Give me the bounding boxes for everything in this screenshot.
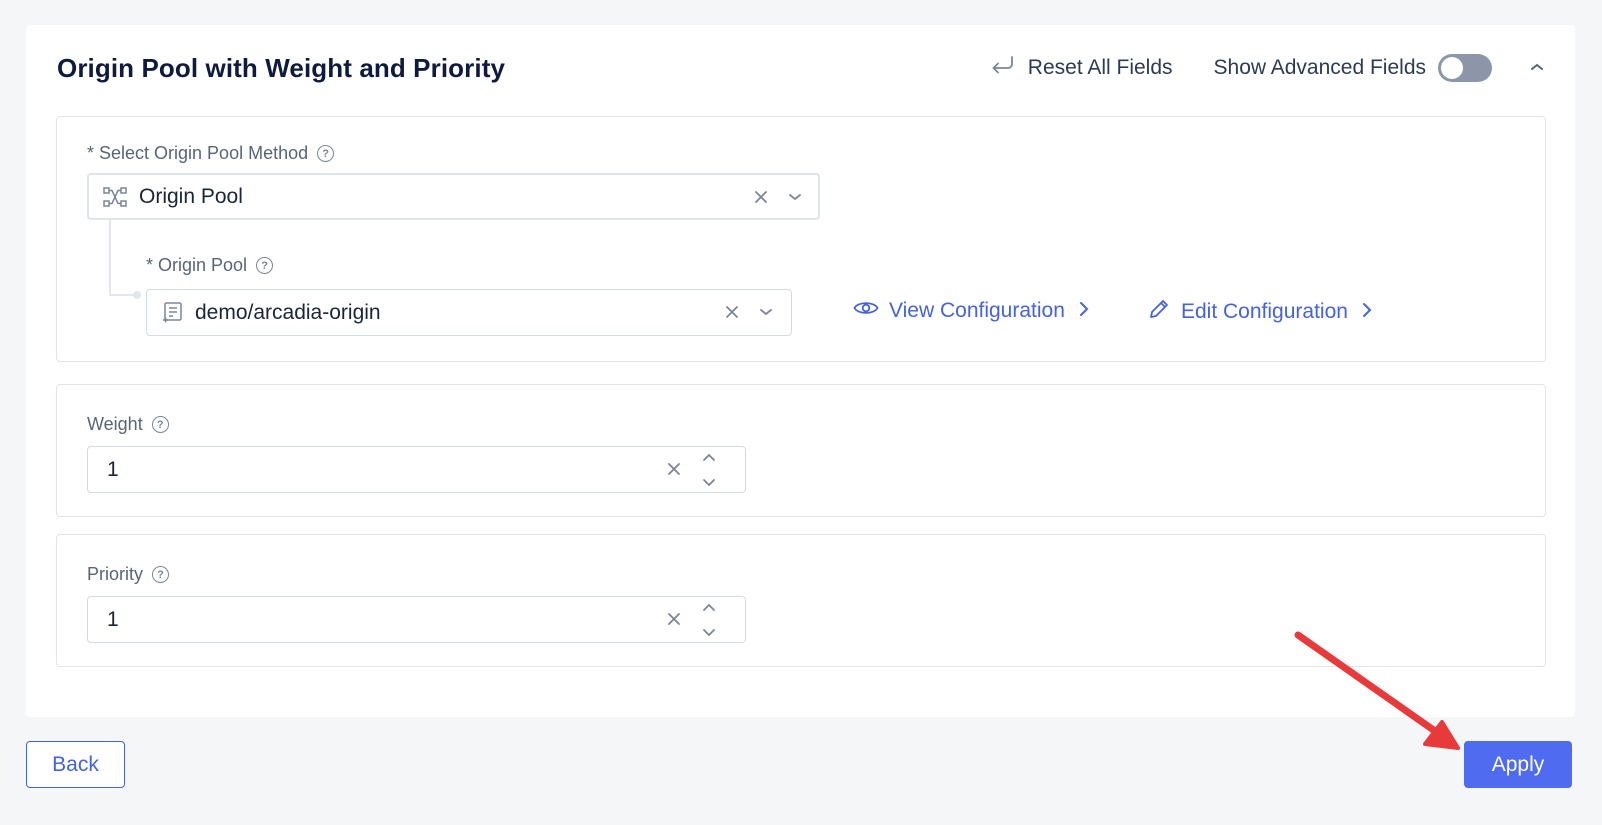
tree-connector (109, 220, 111, 295)
clear-icon[interactable] (723, 303, 741, 321)
apply-button[interactable]: Apply (1464, 741, 1572, 788)
origin-method-label: * Select Origin Pool Method (87, 143, 309, 163)
priority-label: Priority (87, 564, 144, 584)
document-icon (161, 301, 183, 324)
collapse-button[interactable] (1527, 58, 1547, 78)
origin-pool-value: demo/arcadia-origin (195, 300, 381, 324)
clear-icon[interactable] (665, 610, 683, 628)
view-configuration-link[interactable]: View Configuration (853, 299, 1089, 323)
weight-label: Weight (87, 414, 143, 434)
origin-pool-card: Origin Pool with Weight and Priority Res… (26, 25, 1575, 717)
chevron-down-icon[interactable] (786, 188, 804, 206)
edit-configuration-label: Edit Configuration (1181, 300, 1348, 323)
tree-connector-dot (133, 291, 141, 299)
weight-input[interactable]: 1 (87, 446, 746, 493)
stepper-down-icon[interactable] (702, 478, 716, 487)
page-title: Origin Pool with Weight and Priority (57, 53, 506, 83)
annotation-arrow-icon (1294, 631, 1460, 750)
back-button[interactable]: Back (26, 741, 125, 788)
weight-value: 1 (107, 457, 119, 481)
tree-connector-branch (109, 294, 135, 296)
weight-stepper[interactable] (701, 453, 717, 487)
help-icon[interactable]: ? (317, 145, 335, 162)
origin-pool-select[interactable]: demo/arcadia-origin (146, 289, 792, 336)
stepper-up-icon[interactable] (702, 603, 716, 612)
show-advanced-toggle[interactable] (1438, 54, 1492, 82)
priority-stepper[interactable] (701, 603, 717, 637)
origin-pool-label-row: * Origin Pool ? (146, 255, 274, 276)
clear-icon[interactable] (752, 188, 770, 206)
chevron-up-icon (1530, 59, 1544, 77)
view-configuration-label: View Configuration (889, 299, 1065, 322)
origin-method-value: Origin Pool (139, 184, 243, 208)
priority-label-row: Priority ? (87, 564, 170, 585)
reset-icon (990, 55, 1016, 82)
origin-method-section: * Select Origin Pool Method ? Origin Poo… (56, 116, 1546, 362)
help-icon[interactable]: ? (256, 257, 274, 274)
eye-icon (853, 299, 879, 323)
chevron-right-icon (1079, 299, 1089, 323)
network-icon (103, 186, 127, 208)
origin-method-label-row: * Select Origin Pool Method ? (87, 143, 335, 164)
origin-method-select[interactable]: Origin Pool (87, 173, 820, 220)
help-icon[interactable]: ? (151, 416, 169, 433)
weight-label-row: Weight ? (87, 414, 169, 435)
toggle-knob (1441, 57, 1463, 79)
show-advanced-label: Show Advanced Fields (1213, 56, 1426, 79)
chevron-down-icon[interactable] (757, 303, 775, 321)
priority-value: 1 (107, 607, 119, 631)
help-icon[interactable]: ? (152, 566, 170, 583)
edit-configuration-link[interactable]: Edit Configuration (1147, 297, 1372, 327)
stepper-down-icon[interactable] (702, 628, 716, 637)
stepper-up-icon[interactable] (702, 453, 716, 462)
priority-input[interactable]: 1 (87, 596, 746, 643)
weight-section: Weight ? 1 (56, 384, 1546, 517)
chevron-right-icon (1362, 300, 1372, 324)
clear-icon[interactable] (665, 460, 683, 478)
reset-label: Reset All Fields (1027, 56, 1173, 79)
pencil-icon (1147, 297, 1171, 327)
header-actions: Reset All Fields Show Advanced Fields (990, 51, 1547, 85)
reset-all-fields-button[interactable]: Reset All Fields (990, 55, 1173, 82)
origin-pool-label: * Origin Pool (146, 255, 248, 275)
